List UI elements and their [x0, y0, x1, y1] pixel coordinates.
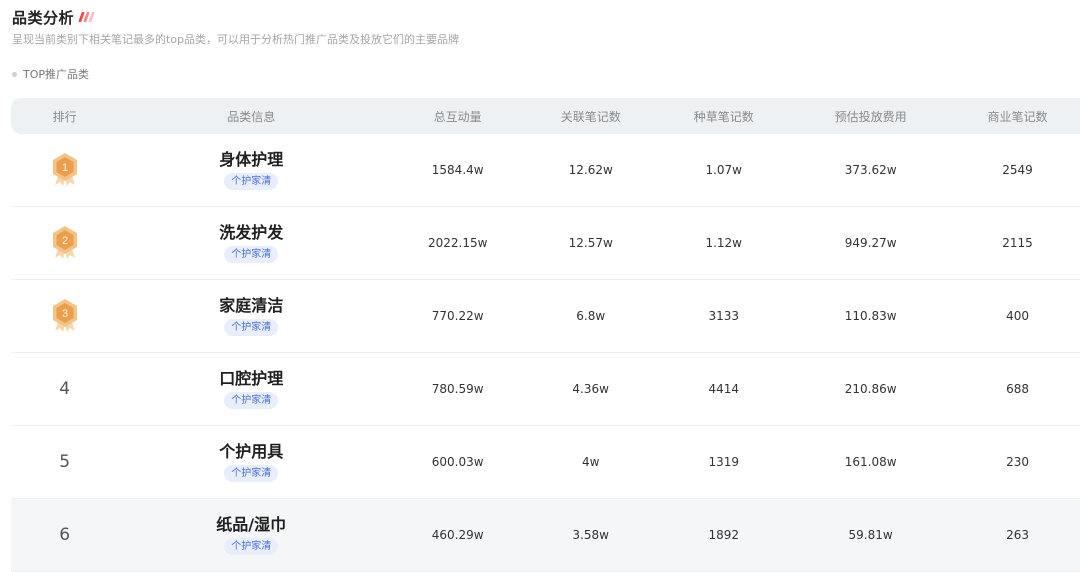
- top-category-table: 排行 品类信息 总互动量 关联笔记数 种草笔记数 预估投放费用 商业笔记数 1 …: [11, 98, 1080, 572]
- related-notes-cell: 4w: [581, 455, 600, 469]
- total-interactions-cell: 600.03w: [431, 455, 484, 469]
- total-interactions-cell: 770.22w: [431, 309, 484, 323]
- total-interactions-cell: 1584.4w: [431, 163, 484, 177]
- related-notes-cell: 12.62w: [568, 163, 613, 177]
- page-title: 品类分析: [12, 8, 75, 27]
- table-row[interactable]: 1 身体护理 个护家清 1584.4w 12.62w 1.07w 373.62w…: [11, 134, 1080, 207]
- category-name[interactable]: 身体护理: [219, 150, 283, 170]
- category-tag: 个护家清: [224, 319, 279, 336]
- category-tag: 个护家清: [224, 465, 279, 482]
- rank-cell: 5: [11, 452, 118, 472]
- commercial-notes-cell: 688: [1006, 382, 1029, 396]
- rank-number: 4: [59, 379, 71, 399]
- table-row[interactable]: 3 家庭清洁 个护家清 770.22w 6.8w 3133 110.83w 40…: [11, 280, 1080, 353]
- commercial-notes-cell: 400: [1006, 309, 1029, 323]
- category-info-cell: 身体护理 个护家清: [118, 150, 384, 190]
- category-name[interactable]: 家庭清洁: [219, 296, 283, 316]
- table-header: 排行 品类信息 总互动量 关联笔记数 种草笔记数 预估投放费用 商业笔记数: [11, 98, 1080, 134]
- related-notes-cell: 4.36w: [572, 382, 609, 396]
- total-interactions-cell: 2022.15w: [427, 236, 488, 250]
- related-notes-cell: 3.58w: [572, 528, 609, 542]
- commercial-notes-cell: 263: [1006, 528, 1029, 542]
- estimated-cost-cell: 59.81w: [848, 528, 893, 542]
- table-row[interactable]: 2 洗发护发 个护家清 2022.15w 12.57w 1.12w 949.27…: [11, 207, 1080, 280]
- bullet-dot-icon: [12, 71, 17, 77]
- medal-rank-number: 1: [62, 162, 68, 174]
- category-tag: 个护家清: [224, 246, 279, 263]
- estimated-cost-cell: 161.08w: [844, 455, 897, 469]
- category-info-cell: 个护用具 个护家清: [118, 442, 384, 482]
- seeding-notes-cell: 4414: [708, 382, 739, 396]
- col-header-total-interactions[interactable]: 总互动量: [384, 108, 531, 125]
- commercial-notes-cell: 2115: [1002, 236, 1033, 250]
- rank-medal-icon: 2: [52, 225, 77, 259]
- table-row[interactable]: 6 纸品/湿巾 个护家清 460.29w 3.58w 1892 59.81w 2…: [11, 499, 1080, 572]
- rank-number: 6: [59, 525, 71, 545]
- medal-rank-number: 2: [62, 235, 68, 247]
- category-info-cell: 纸品/湿巾 个护家清: [118, 515, 384, 555]
- estimated-cost-cell: 949.27w: [844, 236, 897, 250]
- rank-cell: 4: [11, 379, 118, 399]
- estimated-cost-cell: 210.86w: [844, 382, 897, 396]
- estimated-cost-cell: 373.62w: [844, 163, 897, 177]
- table-row[interactable]: 5 个护用具 个护家清 600.03w 4w 1319 161.08w 230: [11, 426, 1080, 499]
- category-analysis-page: 品类分析 呈现当前类别下相关笔记最多的top品类，可以用于分析热门推广品类及投放…: [0, 0, 1080, 572]
- total-interactions-cell: 780.59w: [431, 382, 484, 396]
- col-header-estimated-cost[interactable]: 预估投放费用: [797, 108, 944, 125]
- rank-medal-icon: 1: [52, 152, 77, 186]
- page-subtitle: 呈现当前类别下相关笔记最多的top品类，可以用于分析热门推广品类及投放它们的主要…: [12, 33, 460, 46]
- seeding-notes-cell: 1319: [708, 455, 739, 469]
- title-row: 品类分析: [12, 7, 95, 27]
- title-accent-icon: [78, 11, 95, 23]
- table-body: 1 身体护理 个护家清 1584.4w 12.62w 1.07w 373.62w…: [11, 134, 1080, 572]
- seeding-notes-cell: 1892: [708, 528, 739, 542]
- rank-cell: 2: [11, 225, 118, 262]
- commercial-notes-cell: 230: [1006, 455, 1029, 469]
- section-label: TOP推广品类: [12, 66, 89, 82]
- total-interactions-cell: 460.29w: [431, 528, 484, 542]
- category-name[interactable]: 口腔护理: [219, 369, 283, 389]
- table-row[interactable]: 4 口腔护理 个护家清 780.59w 4.36w 4414 210.86w 6…: [11, 353, 1080, 426]
- category-tag: 个护家清: [224, 173, 279, 190]
- commercial-notes-cell: 2549: [1002, 163, 1033, 177]
- col-header-category-info: 品类信息: [227, 109, 276, 124]
- rank-cell: 3: [11, 298, 118, 335]
- col-header-rank: 排行: [52, 109, 77, 124]
- category-tag: 个护家清: [224, 538, 279, 555]
- estimated-cost-cell: 110.83w: [844, 309, 897, 323]
- seeding-notes-cell: 1.12w: [705, 236, 742, 250]
- category-info-cell: 口腔护理 个护家清: [118, 369, 384, 409]
- related-notes-cell: 12.57w: [568, 236, 613, 250]
- category-info-cell: 家庭清洁 个护家清: [118, 296, 384, 336]
- seeding-notes-cell: 1.07w: [705, 163, 742, 177]
- category-name[interactable]: 个护用具: [219, 442, 283, 462]
- col-header-commercial-notes[interactable]: 商业笔记数: [944, 108, 1080, 125]
- rank-number: 5: [59, 452, 71, 472]
- medal-rank-number: 3: [62, 308, 68, 320]
- col-header-related-notes[interactable]: 关联笔记数: [531, 108, 650, 125]
- category-name[interactable]: 纸品/湿巾: [216, 515, 286, 535]
- rank-cell: 6: [11, 525, 118, 545]
- rank-medal-icon: 3: [52, 298, 77, 332]
- col-header-seeding-notes[interactable]: 种草笔记数: [650, 108, 797, 125]
- category-name[interactable]: 洗发护发: [219, 223, 283, 243]
- section-label-text: TOP推广品类: [23, 68, 90, 81]
- seeding-notes-cell: 3133: [708, 309, 739, 323]
- category-tag: 个护家清: [224, 392, 279, 409]
- related-notes-cell: 6.8w: [576, 309, 606, 323]
- category-info-cell: 洗发护发 个护家清: [118, 223, 384, 263]
- rank-cell: 1: [11, 152, 118, 189]
